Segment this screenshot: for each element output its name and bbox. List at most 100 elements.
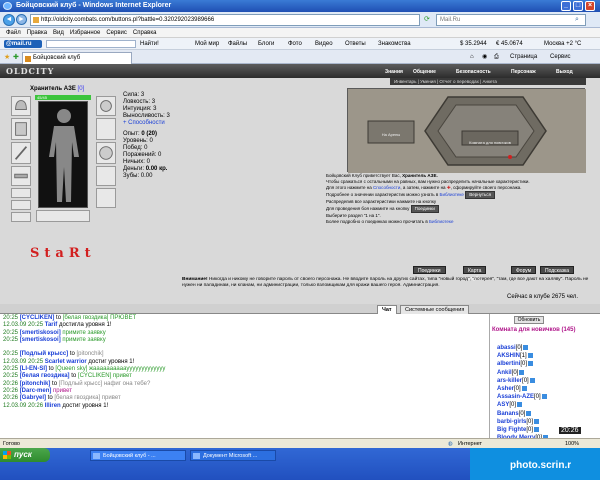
chat-nick[interactable]: [smertiskosoi] (20, 337, 61, 343)
mailru-item-files[interactable]: Файлы (228, 38, 247, 50)
info-icon[interactable] (541, 394, 547, 400)
info-icon[interactable] (534, 418, 540, 424)
feeds-icon[interactable]: ◉ (482, 53, 487, 62)
fights-inline-button[interactable]: Поединки (410, 205, 439, 213)
belt-slot-icon[interactable] (11, 166, 31, 186)
favorites-star-icon[interactable]: ★ (4, 53, 10, 61)
info-icon[interactable] (534, 426, 540, 432)
add-favorite-icon[interactable]: ✚ (13, 53, 19, 61)
user-name[interactable]: ars-killer (497, 378, 522, 384)
cloak-slot-icon[interactable] (96, 96, 116, 116)
user-list-item[interactable]: ASY[0] (497, 401, 548, 409)
chat-nick[interactable]: [LI-EN-SI] (20, 366, 47, 372)
forward-icon[interactable]: ► (16, 14, 27, 25)
search-input[interactable]: Mail.Ru ⌕ (436, 14, 586, 26)
chat-nick[interactable]: [smertiskosoi] (20, 330, 61, 336)
map-sign-newbies[interactable]: Комната для новичков (464, 140, 516, 145)
chat-recipient[interactable]: [белая гвоздика] (63, 315, 109, 321)
user-name[interactable]: barbi-girls (497, 419, 526, 425)
ring2-slot-icon[interactable] (11, 200, 31, 210)
chat-recipient[interactable]: [pitonchik] (77, 351, 104, 357)
chat-nick[interactable]: [Darc-men] (20, 388, 52, 394)
user-name[interactable]: AKSHIN (497, 353, 520, 359)
print-icon[interactable]: ⎙ (494, 53, 499, 62)
minimize-button[interactable]: _ (561, 1, 571, 11)
user-list-item[interactable]: Big Fighte[0] (497, 426, 548, 434)
nav-security[interactable]: Безопасность (456, 68, 491, 76)
info-icon[interactable] (519, 369, 525, 375)
mailru-find-button[interactable]: Найти! (140, 38, 159, 50)
menu-file[interactable]: Файл (6, 28, 21, 38)
tab-game[interactable]: Бойцовский клуб (22, 52, 132, 64)
page-menu[interactable]: Страница (510, 53, 537, 62)
forum-button[interactable]: Форум (511, 266, 537, 274)
menu-help[interactable]: Справка (133, 28, 157, 38)
fights-button[interactable]: Поединки (413, 266, 446, 274)
chat-nick[interactable]: [белая гвоздика] (20, 373, 70, 379)
mailru-item-answers[interactable]: Ответы (345, 38, 366, 50)
nav-knowledge[interactable]: Знания (385, 68, 403, 76)
user-list-item[interactable]: AKSHIN[1] (497, 352, 548, 360)
info-icon[interactable] (521, 385, 527, 391)
tab-system-messages[interactable]: Системные сообщения (400, 305, 470, 314)
info-icon[interactable] (526, 410, 532, 416)
maximize-button[interactable]: □ (573, 1, 583, 11)
user-name[interactable]: abassi (497, 345, 516, 351)
chat-nick[interactable]: Tarif (45, 322, 58, 328)
chat-nick[interactable]: [CYCLIKEN] (20, 315, 55, 321)
user-name[interactable]: Big Fighte (497, 427, 526, 433)
mailru-item-myworld[interactable]: Мой мир (195, 38, 219, 50)
close-button[interactable]: × (585, 1, 595, 11)
user-name[interactable]: Banans (497, 411, 519, 417)
shield-slot-icon[interactable] (96, 142, 116, 164)
info-icon[interactable] (529, 377, 535, 383)
abilities-link[interactable]: + Способности (123, 120, 170, 127)
menu-favorites[interactable]: Избранное (70, 28, 100, 38)
user-name[interactable]: albertini (497, 361, 520, 367)
user-name[interactable]: Ankil (497, 370, 512, 376)
mailru-logo[interactable]: @mail.ru (4, 40, 42, 48)
chat-nick[interactable]: Scarlet warrior (45, 359, 87, 365)
user-name[interactable]: ASY (497, 402, 509, 408)
info-icon[interactable] (523, 344, 529, 350)
nav-exit[interactable]: Выход (556, 68, 573, 76)
chat-recipient[interactable]: [CYCLIKEN] (78, 373, 111, 379)
helmet-slot-icon[interactable] (11, 96, 31, 116)
user-list-item[interactable]: barbi-girls[0] (497, 418, 548, 426)
user-list-item[interactable]: abassi[0] (497, 344, 548, 352)
user-list-item[interactable]: ars-killer[0] (497, 377, 548, 385)
ring3-slot-icon[interactable] (11, 212, 31, 222)
info-icon[interactable] (517, 402, 523, 408)
user-list-item[interactable]: Ankil[0] (497, 369, 548, 377)
return-button[interactable]: Вернуться (465, 191, 496, 199)
info-icon[interactable] (528, 361, 534, 367)
user-list-item[interactable]: Asher[0] (497, 385, 548, 393)
chat-nick[interactable]: Illiren (45, 403, 61, 409)
mailru-item-photo[interactable]: Фото (288, 38, 302, 50)
map-sign-arenas[interactable]: На Арены (370, 132, 412, 137)
refresh-icon[interactable]: ⟳ (424, 15, 430, 23)
taskbar-item-game[interactable]: Бойцовский клуб - ... (90, 450, 186, 461)
boots-slot-icon[interactable] (96, 188, 116, 208)
user-list-item[interactable]: Banans[0] (497, 410, 548, 418)
menu-view[interactable]: Вид (53, 28, 64, 38)
menu-edit[interactable]: Правка (27, 28, 47, 38)
game-subnav[interactable]: Инвентарь | Умения | Отчет о переводах |… (390, 78, 586, 85)
chat-recipient[interactable]: [Queen sky] (55, 366, 87, 372)
chat-nick[interactable]: [Gabryel] (20, 395, 46, 401)
library-link[interactable]: Библиотеке (440, 192, 464, 197)
abilities-inline-link[interactable]: Способности (373, 185, 400, 190)
ring-slot-icon[interactable] (11, 188, 31, 198)
mailru-item-dating[interactable]: Знакомства (378, 38, 411, 50)
refresh-button[interactable]: Обновить (514, 316, 544, 324)
gloves-slot-icon[interactable] (96, 118, 116, 140)
bag-slot-icon[interactable] (36, 210, 90, 222)
chat-recipient[interactable]: [Подлый крысс] (59, 381, 102, 387)
legs-slot-icon[interactable] (96, 166, 116, 186)
back-icon[interactable]: ◄ (3, 14, 15, 26)
taskbar-item-word[interactable]: Документ Microsoft ... (190, 450, 276, 461)
hint-button[interactable]: Подсказка (540, 266, 575, 274)
chat-nick[interactable]: [pitonchik] (20, 381, 51, 387)
user-name[interactable]: Assasin-AZE (497, 394, 534, 400)
armor-slot-icon[interactable] (11, 118, 31, 140)
